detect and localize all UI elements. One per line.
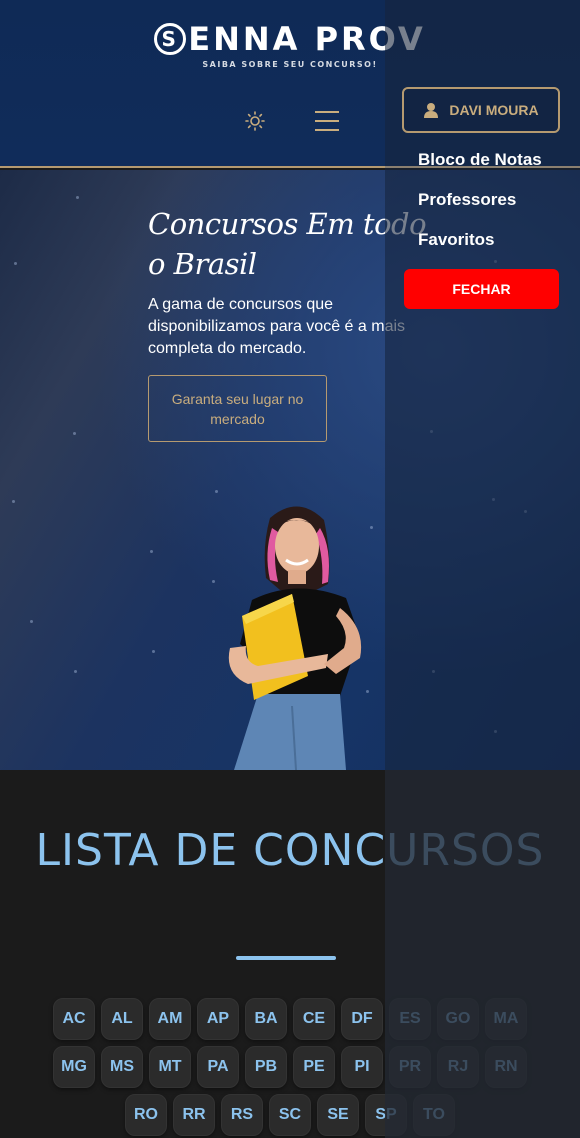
- user-icon: [424, 103, 439, 118]
- hero-cta-button[interactable]: Garanta seu lugar no mercado: [148, 375, 327, 442]
- state-chip-pb[interactable]: PB: [245, 1046, 287, 1088]
- user-name: DAVI MOURA: [449, 102, 539, 118]
- state-chip-pa[interactable]: PA: [197, 1046, 239, 1088]
- state-chip-ba[interactable]: BA: [245, 998, 287, 1040]
- state-chip-se[interactable]: SE: [317, 1094, 359, 1136]
- state-chip-ap[interactable]: AP: [197, 998, 239, 1040]
- nav-drawer: DAVI MOURA Bloco de Notas Professores Fa…: [385, 0, 580, 1138]
- state-chip-mg[interactable]: MG: [53, 1046, 95, 1088]
- sun-icon: [245, 111, 265, 131]
- state-chip-rs[interactable]: RS: [221, 1094, 263, 1136]
- state-chip-sc[interactable]: SC: [269, 1094, 311, 1136]
- student-photo: [228, 506, 362, 770]
- user-account-button[interactable]: DAVI MOURA: [402, 87, 560, 133]
- state-chip-ce[interactable]: CE: [293, 998, 335, 1040]
- logo-letter: S: [154, 23, 187, 55]
- drawer-link-teachers[interactable]: Professores: [418, 190, 516, 210]
- drawer-link-favorites[interactable]: Favoritos: [418, 230, 495, 250]
- state-chip-ms[interactable]: MS: [101, 1046, 143, 1088]
- state-chip-al[interactable]: AL: [101, 998, 143, 1040]
- hero-subtitle: A gama de concursos que disponibilizamos…: [148, 296, 406, 357]
- theme-toggle-button[interactable]: [240, 106, 270, 136]
- state-chip-ac[interactable]: AC: [53, 998, 95, 1040]
- state-chip-ro[interactable]: RO: [125, 1094, 167, 1136]
- state-chip-am[interactable]: AM: [149, 998, 191, 1040]
- drawer-divider: [385, 166, 580, 168]
- state-chip-mt[interactable]: MT: [149, 1046, 191, 1088]
- state-chip-pe[interactable]: PE: [293, 1046, 335, 1088]
- state-chip-pi[interactable]: PI: [341, 1046, 383, 1088]
- hamburger-menu-icon[interactable]: [310, 106, 344, 136]
- title-underline: [236, 956, 336, 960]
- close-menu-button[interactable]: FECHAR: [404, 269, 559, 309]
- state-chip-rr[interactable]: RR: [173, 1094, 215, 1136]
- state-chip-df[interactable]: DF: [341, 998, 383, 1040]
